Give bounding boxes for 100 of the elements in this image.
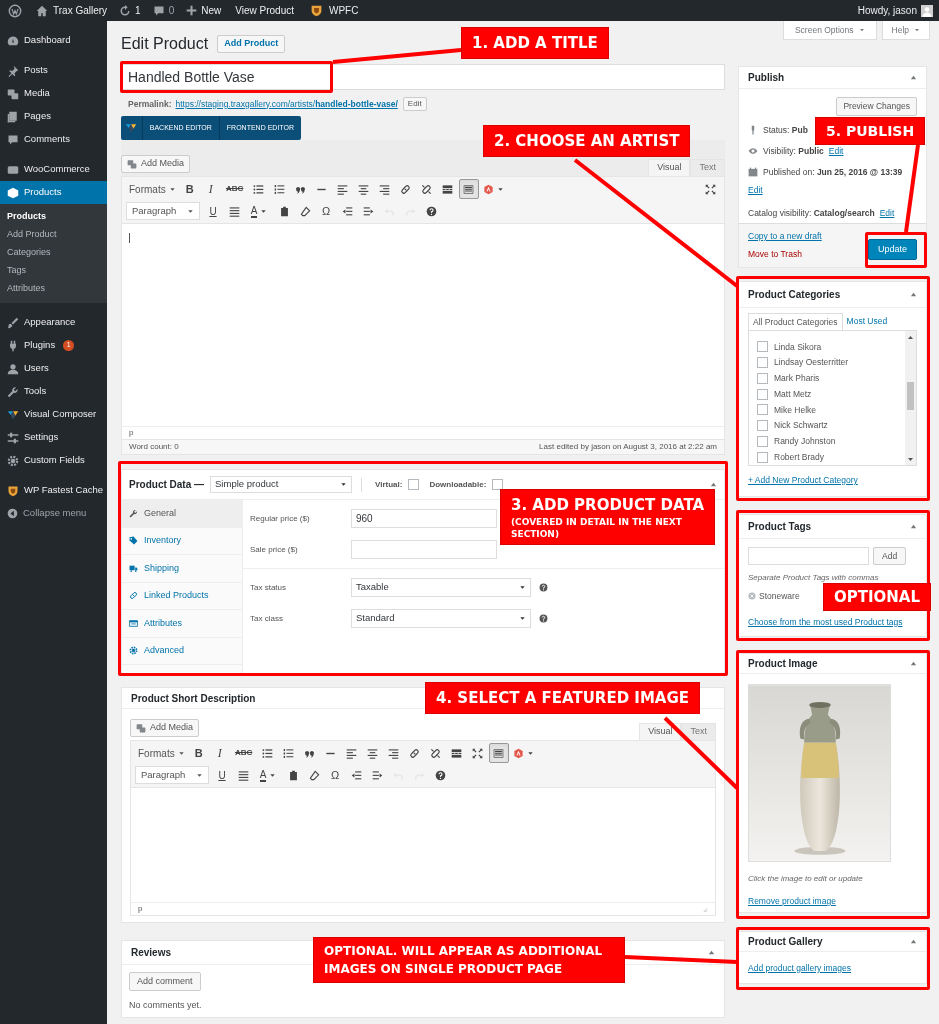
checkbox[interactable] — [757, 372, 768, 384]
edit-button[interactable]: Edit — [402, 97, 427, 111]
sidebar-item[interactable]: WP Fastest Cache — [0, 479, 107, 502]
sidebar-item[interactable]: WooCommerce — [0, 158, 107, 181]
most-used-tags-link[interactable]: Choose from the most used Product tags — [748, 615, 903, 629]
add-category-link[interactable]: + Add New Product Category — [748, 474, 917, 487]
strikethrough-button[interactable]: ABC — [230, 743, 257, 763]
select-field[interactable]: Standard — [351, 609, 531, 628]
collapse-arrow-icon[interactable] — [910, 660, 917, 667]
new-link[interactable]: New — [186, 3, 222, 18]
paragraph-select[interactable]: Paragraph — [135, 766, 209, 784]
circle-logo-icon[interactable] — [8, 3, 22, 18]
product-type-select[interactable]: Simple product — [210, 476, 352, 493]
comments-link[interactable]: 0 — [152, 3, 175, 18]
bold-button[interactable]: B — [188, 743, 209, 763]
title-field[interactable]: Handled Bottle Vase — [121, 64, 725, 90]
updates-link[interactable]: 1 — [119, 3, 141, 18]
sidebar-item[interactable]: Settings — [0, 426, 107, 449]
site-link[interactable]: Trax Gallery — [36, 3, 108, 18]
special-character-button[interactable]: Ω — [325, 765, 345, 785]
remove-image-link[interactable]: Remove product image — [748, 895, 917, 908]
add-tag-button[interactable]: Add — [873, 547, 907, 565]
account-link[interactable]: Howdy, jason — [857, 3, 933, 18]
tag-input[interactable] — [748, 547, 869, 565]
strikethrough-button[interactable]: ABC — [221, 179, 248, 199]
text-color-button[interactable]: A — [245, 201, 273, 221]
product-data-tab[interactable]: Linked Products — [122, 582, 242, 610]
submenu-item[interactable]: Products — [0, 208, 107, 226]
product-data-tab[interactable]: General — [122, 500, 242, 528]
editor-tab[interactable]: Text — [690, 159, 725, 176]
underline-button[interactable]: U — [212, 765, 232, 785]
sidebar-item[interactable]: Comments — [0, 128, 107, 151]
submenu-item[interactable]: Tags — [0, 262, 107, 280]
edit-link[interactable]: Edit — [828, 144, 844, 158]
sidebar-item[interactable]: Products — [0, 181, 107, 204]
view-product-link[interactable]: View Product — [235, 3, 294, 18]
paragraph-select[interactable]: Paragraph — [126, 202, 200, 220]
collapse-arrow-icon[interactable] — [710, 481, 717, 488]
edit-link[interactable]: Edit — [748, 184, 763, 197]
submenu-item[interactable]: Add Product — [0, 226, 107, 244]
italic-button[interactable]: I — [200, 179, 221, 199]
checkbox[interactable] — [757, 357, 768, 369]
formats-dropdown[interactable]: Formats — [135, 743, 188, 763]
product-data-tab[interactable]: Shipping — [122, 555, 242, 583]
sidebar-item[interactable]: Dashboard — [0, 29, 107, 52]
submenu-item[interactable]: Attributes — [0, 280, 107, 298]
price-field[interactable]: 960 — [351, 509, 497, 528]
bold-button[interactable]: B — [179, 179, 200, 199]
italic-button[interactable]: I — [209, 743, 230, 763]
checkbox[interactable] — [492, 479, 504, 490]
editor-tab[interactable]: Visual — [639, 723, 682, 740]
product-data-tab[interactable]: Advanced — [122, 637, 242, 665]
checkbox[interactable] — [757, 451, 768, 463]
toolbar-button[interactable] — [488, 743, 509, 763]
checkbox[interactable] — [757, 388, 768, 400]
editor-tab[interactable]: Text — [681, 723, 716, 740]
edit-link[interactable]: Edit — [879, 207, 895, 220]
category-tab[interactable]: All Product Categories — [748, 313, 843, 330]
screen-tab[interactable]: Screen Options — [782, 21, 877, 40]
sidebar-item[interactable]: Tools — [0, 380, 107, 403]
checkbox[interactable] — [408, 479, 420, 490]
sidebar-item[interactable]: Visual Composer — [0, 403, 107, 426]
collapse-menu-button[interactable]: Collapse menu — [0, 502, 107, 524]
add-product-button[interactable]: Add Product — [217, 35, 286, 53]
product-data-tab[interactable]: Inventory — [122, 527, 242, 555]
price-field[interactable] — [351, 540, 497, 559]
add-gallery-images-link[interactable]: Add product gallery images — [739, 952, 926, 975]
category-tab[interactable]: Most Used — [842, 313, 892, 330]
product-data-tab[interactable]: Attributes — [122, 610, 242, 638]
editor-tab[interactable]: Visual — [648, 159, 691, 176]
checkbox[interactable] — [757, 420, 768, 432]
sidebar-item[interactable]: Posts — [0, 59, 107, 82]
preview-changes-button[interactable]: Preview Changes — [836, 97, 917, 116]
add-media-button[interactable]: Add Media — [130, 719, 200, 737]
trash-link[interactable]: Move to Trash — [748, 248, 822, 261]
collapse-arrow-icon[interactable] — [910, 938, 917, 945]
sidebar-item[interactable]: Custom Fields — [0, 449, 107, 472]
collapse-arrow-icon[interactable] — [910, 74, 917, 81]
update-button[interactable]: Update — [867, 239, 917, 260]
collapse-arrow-icon[interactable] — [910, 291, 917, 298]
text-color-button[interactable]: A — [254, 765, 282, 785]
checkbox[interactable] — [757, 435, 768, 447]
sidebar-item[interactable]: Media — [0, 82, 107, 105]
permalink-link[interactable]: https://staging.traxgallery.com/artists/handled-bottle-vase/ — [175, 97, 398, 111]
submenu-item[interactable]: Categories — [0, 244, 107, 262]
checkbox[interactable] — [757, 404, 768, 416]
underline-button[interactable]: U — [203, 201, 223, 221]
scrollbar[interactable] — [905, 331, 916, 465]
collapse-arrow-icon[interactable] — [910, 523, 917, 530]
sidebar-item[interactable]: Users — [0, 357, 107, 380]
sidebar-item[interactable]: Pages — [0, 105, 107, 128]
cache-link[interactable]: WPFC — [310, 3, 359, 18]
special-character-button[interactable]: Ω — [316, 201, 336, 221]
checkbox[interactable] — [757, 341, 768, 353]
add-media-button[interactable]: Add Media — [121, 155, 191, 173]
formats-dropdown[interactable]: Formats — [126, 179, 179, 199]
screen-tab[interactable]: Help — [881, 21, 930, 40]
add-comment-button[interactable]: Add comment — [129, 972, 201, 991]
collapse-arrow-icon[interactable] — [708, 949, 715, 956]
sidebar-item[interactable]: Appearance — [0, 311, 107, 334]
